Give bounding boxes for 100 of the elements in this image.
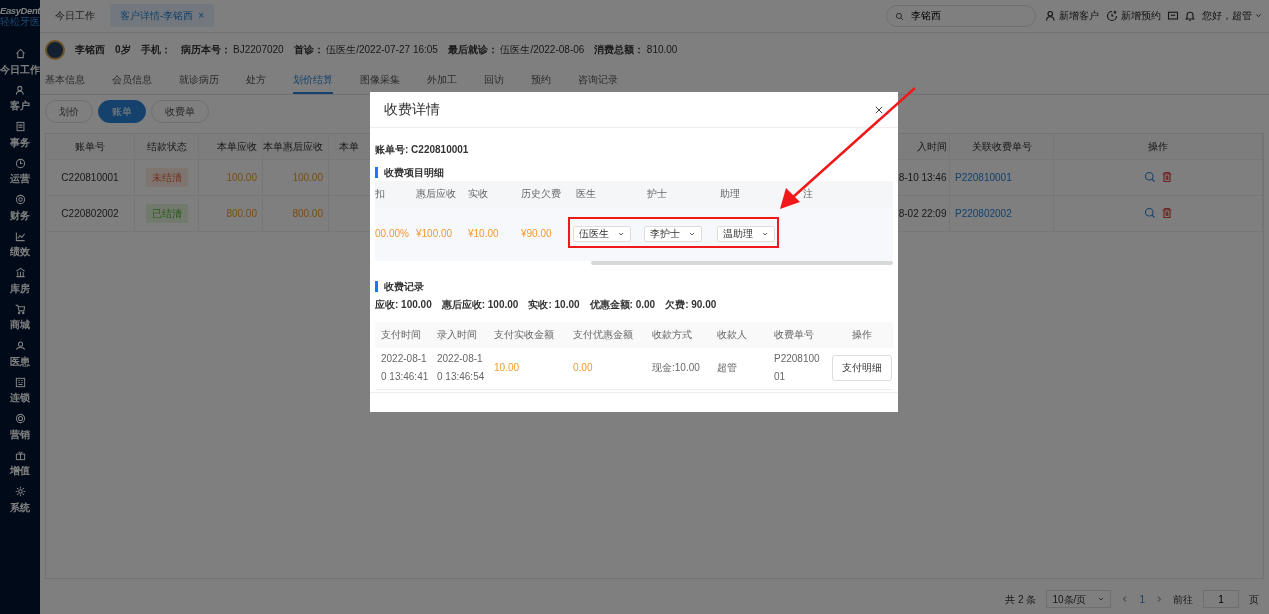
table-cell-text: C220810001 [61,170,119,185]
section-tab[interactable]: 预约 [531,66,551,94]
caret-icon [1097,595,1106,603]
gift-icon[interactable] [14,449,26,461]
search-field[interactable]: 李铭西 [886,4,1036,27]
filter-button[interactable]: 划价 [45,99,93,123]
section-tab[interactable]: 划价结算 [293,66,333,94]
table-cell: 2022-08-10 13:46:54 [437,353,485,382]
bank-icon[interactable] [14,267,26,278]
section-tab[interactable]: 回访 [484,66,504,94]
sidebar-item[interactable]: 增值 [10,463,30,478]
sidebar-item[interactable]: 今日工作 [0,61,40,77]
sidebar-item[interactable]: 医患 [10,353,30,369]
message-icon[interactable] [1166,9,1179,22]
field-label: 首诊： [293,43,324,58]
dropdown[interactable]: 伍医生 [573,225,631,242]
table-cell-text: 8-02 22:09 [898,206,947,221]
page-input[interactable]: 1 [1203,590,1239,608]
document-icon[interactable] [14,121,26,132]
section-title: 收费记录 [375,280,893,292]
column-header: 账单号 [75,139,105,154]
cart-icon[interactable] [14,303,26,315]
target-icon[interactable] [14,413,26,424]
trash-icon[interactable] [1160,207,1173,220]
section-tab[interactable]: 图像采集 [360,66,400,94]
column-header: 结款状态 [146,139,187,154]
people-icon[interactable] [14,340,26,351]
avatar [45,39,65,60]
sidebar-item[interactable]: 客户 [10,98,30,113]
column-header: 关联收费单号 [971,139,1032,154]
table-cell: 超管 [717,362,737,373]
sidebar-item[interactable]: 绩效 [10,244,30,259]
page-size-select[interactable]: 10条/页 [1046,590,1112,608]
sidebar-item[interactable]: 财务 [10,207,30,223]
column-header: 扣 [375,188,385,199]
field-label: 消费总额： [594,43,645,58]
section-title: 收费项目明细 [375,167,893,178]
receipt-link[interactable]: P220802002 [955,205,1012,221]
table-cell-text: 8-10 13:46 [898,170,947,185]
section-tab[interactable]: 处方 [246,66,266,94]
search-icon[interactable] [1143,171,1156,184]
column-header: 实收 [468,188,488,199]
column-header: 录入时间 [437,329,477,340]
column-header: 助理 [720,188,740,199]
sidebar-item[interactable]: 运营 [10,171,30,186]
home-icon[interactable] [14,48,26,59]
header-action-button[interactable]: 新增预约 [1105,7,1162,25]
field-label: 最后就诊： [447,43,498,58]
summary-figure: 实收: 10.00 [528,297,580,312]
user-icon[interactable] [14,84,26,96]
search-icon [895,11,904,21]
table-cell-text: 100.00 [226,170,257,185]
bell-icon[interactable] [1183,9,1196,22]
dropdown[interactable]: 李护士 [644,225,702,242]
sidebar-item[interactable]: 系统 [10,499,30,515]
column-header: 注 [803,188,813,199]
summary-figure: 应收: 100.00 [375,297,432,312]
page-number[interactable]: 1 [1139,591,1145,607]
brand-logo: EasyDent [0,6,41,16]
chart-icon[interactable] [14,230,26,242]
sidebar-item[interactable]: 库房 [10,280,30,296]
page-tab[interactable]: 客户详情-李铭西 × [110,4,215,28]
payment-detail-button[interactable]: 支付明细 [832,355,892,381]
table-cell-text: 800.00 [292,206,323,221]
field-label: 手机： [140,43,171,58]
clock-icon[interactable] [14,157,26,169]
trash-icon[interactable] [1160,171,1173,184]
filter-button[interactable]: 账单 [98,99,146,123]
table-cell: 2022-08-10 13:46:41 [381,353,429,382]
summary-figure: 优惠金额: 0.00 [589,297,656,312]
column-header: 入时间 [916,139,947,154]
sidebar-item[interactable]: 营销 [10,426,30,442]
table-cell-text: 800.00 [226,206,257,221]
sidebar-item[interactable]: 事务 [10,134,30,150]
user-menu[interactable]: 您好，超管 [1200,7,1264,25]
sidebar-item[interactable]: 商城 [10,317,30,332]
section-tab[interactable]: 基本信息 [45,66,85,94]
section-tab[interactable]: 咨询记录 [578,66,618,94]
filter-button[interactable]: 收费单 [151,99,209,123]
column-header: 本单应收 [217,139,257,154]
section-tab[interactable]: 会员信息 [112,66,152,94]
receipt-link[interactable]: P220810001 [955,169,1012,185]
column-header: 历史欠费 [521,188,561,199]
search-icon[interactable] [1143,207,1156,220]
field-value: 伍医生/2022-08-06 [500,43,585,58]
header-action-button[interactable]: 新增客户 [1043,7,1100,25]
goto-label: 前往 [1173,592,1193,607]
close-icon[interactable] [874,104,884,115]
table-cell: 10.00 [494,362,520,373]
coin-icon[interactable] [14,194,26,205]
column-header: 医生 [576,188,596,199]
building-icon[interactable] [14,376,26,388]
section-tab[interactable]: 就诊病历 [179,66,219,94]
sidebar-item[interactable]: 连锁 [10,390,30,405]
dropdown[interactable]: 温助理 [717,225,775,242]
section-tab[interactable]: 外加工 [427,66,457,94]
scrollbar[interactable] [591,260,893,265]
page-tab[interactable]: 今日工作 [45,4,105,28]
gear-icon[interactable] [14,486,26,497]
field-value: BJ2207020 [233,43,284,58]
